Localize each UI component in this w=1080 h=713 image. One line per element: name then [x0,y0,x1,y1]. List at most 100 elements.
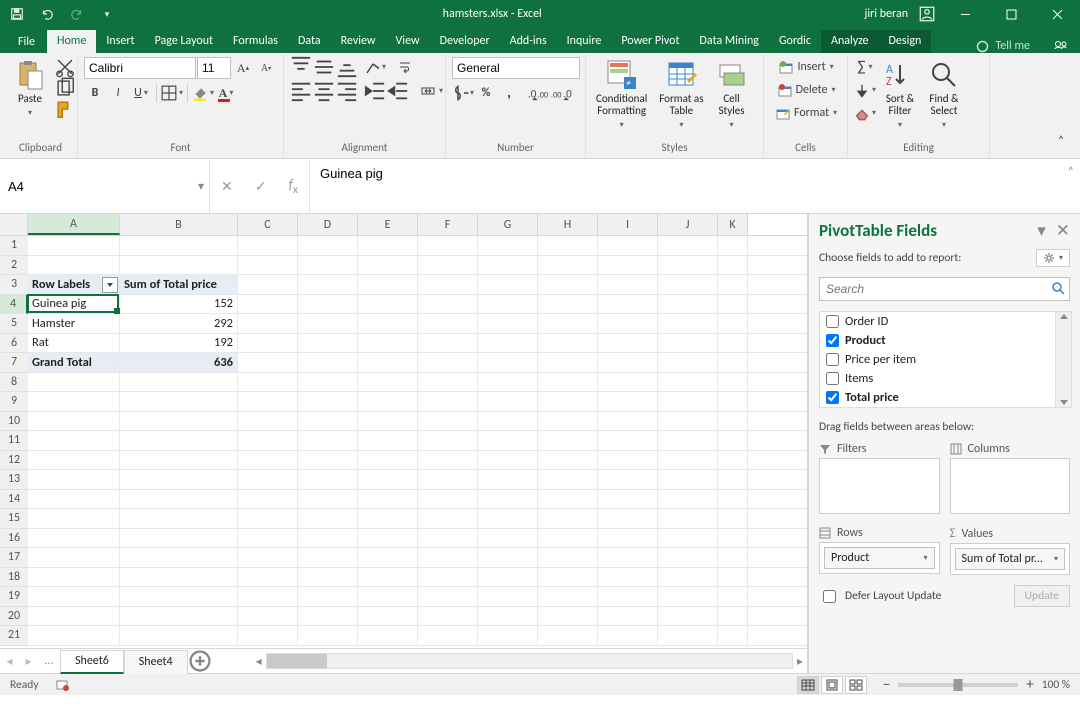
row-header[interactable]: 15 [0,509,28,529]
cell[interactable] [28,236,120,255]
enter-formula-icon[interactable]: ✓ [255,178,267,195]
cell[interactable] [478,353,538,372]
cell[interactable] [120,529,238,548]
cell[interactable] [658,334,718,353]
borders-icon[interactable]: ▾ [161,83,183,103]
cell[interactable]: 192 [120,334,238,353]
row-header[interactable]: 19 [0,587,28,607]
cell[interactable] [238,607,298,626]
cell[interactable]: Rat [28,334,120,353]
cell[interactable] [418,373,478,392]
cell[interactable] [718,334,748,353]
cell[interactable] [418,275,478,294]
cell[interactable] [28,431,120,450]
decrease-indent-icon[interactable] [364,81,386,101]
cell[interactable] [538,314,598,333]
cell[interactable] [478,392,538,411]
cell[interactable] [28,373,120,392]
pivot-field-search[interactable] [819,277,1070,301]
tab-view[interactable]: View [386,30,430,53]
cell[interactable] [478,509,538,528]
cell[interactable] [658,529,718,548]
share-icon[interactable] [1040,39,1080,53]
row-header[interactable]: 4 [0,295,28,315]
cell[interactable] [298,275,358,294]
column-header[interactable]: A [28,214,120,235]
tab-analyze[interactable]: Analyze [821,30,879,53]
expand-formula-bar-icon[interactable]: ˄ [1068,165,1074,179]
cell[interactable] [538,412,598,431]
cell[interactable] [238,334,298,353]
cell[interactable] [298,509,358,528]
cell[interactable] [298,334,358,353]
cell[interactable] [28,392,120,411]
field-list-scrollbar[interactable] [1055,312,1071,407]
cell[interactable] [538,509,598,528]
column-header[interactable]: I [598,214,658,235]
cell[interactable]: 292 [120,314,238,333]
cell[interactable] [358,392,418,411]
cell[interactable] [358,431,418,450]
cell[interactable] [598,334,658,353]
cell[interactable] [598,295,658,314]
row-header[interactable]: 1 [0,236,28,256]
insert-function-icon[interactable]: fx [289,176,298,197]
cell[interactable] [298,490,358,509]
values-area[interactable]: ΣValues Sum of Total pr...▾ [950,524,1071,575]
fill-icon[interactable]: ▾ [854,80,876,100]
pivot-field-list[interactable]: Order IDProductPrice per itemItemsTotal … [819,311,1072,408]
cell[interactable] [28,451,120,470]
cell[interactable] [718,295,748,314]
cell[interactable] [358,587,418,606]
cell[interactable] [478,314,538,333]
cell[interactable] [298,548,358,567]
cell[interactable] [238,587,298,606]
cell[interactable] [358,256,418,275]
cell[interactable] [718,353,748,372]
cell[interactable] [418,607,478,626]
cell[interactable] [598,353,658,372]
cell[interactable] [598,587,658,606]
cell[interactable] [418,451,478,470]
cell[interactable] [718,470,748,489]
name-box-dropdown-icon[interactable]: ▾ [192,179,210,194]
row-header[interactable]: 6 [0,334,28,354]
cell[interactable] [478,236,538,255]
cell[interactable] [658,236,718,255]
cell[interactable] [658,626,718,645]
cell[interactable] [718,490,748,509]
cell[interactable] [718,607,748,626]
row-header[interactable]: 8 [0,373,28,393]
scroll-thumb[interactable] [267,654,327,668]
values-area-item[interactable]: Sum of Total pr...▾ [955,548,1066,570]
pivot-pane-close-icon[interactable]: ✕ [1056,220,1070,241]
cell[interactable] [238,236,298,255]
cell[interactable] [538,256,598,275]
cell[interactable] [28,256,120,275]
align-center-icon[interactable] [313,81,335,101]
cell[interactable] [478,607,538,626]
italic-button[interactable]: I [107,83,129,103]
cell[interactable] [658,256,718,275]
row-header[interactable]: 13 [0,470,28,490]
cell[interactable] [120,451,238,470]
scroll-left-icon[interactable]: ◂ [252,654,266,669]
cell[interactable] [28,412,120,431]
font-size-input[interactable] [197,57,231,79]
copy-icon[interactable] [54,78,76,98]
cell[interactable]: 152 [120,295,238,314]
delete-cells-button[interactable]: Delete▾ [770,80,843,100]
save-icon[interactable] [4,1,30,27]
cell[interactable] [598,275,658,294]
cell[interactable] [298,392,358,411]
row-header[interactable]: 11 [0,431,28,451]
align-right-icon[interactable] [336,81,358,101]
cell[interactable] [538,295,598,314]
cell[interactable] [658,568,718,587]
cell[interactable] [238,431,298,450]
column-header[interactable]: F [418,214,478,235]
find-select-button[interactable]: Find & Select▾ [924,57,964,133]
tab-power-pivot[interactable]: Power Pivot [611,30,689,53]
cell[interactable] [538,392,598,411]
cell[interactable] [718,529,748,548]
